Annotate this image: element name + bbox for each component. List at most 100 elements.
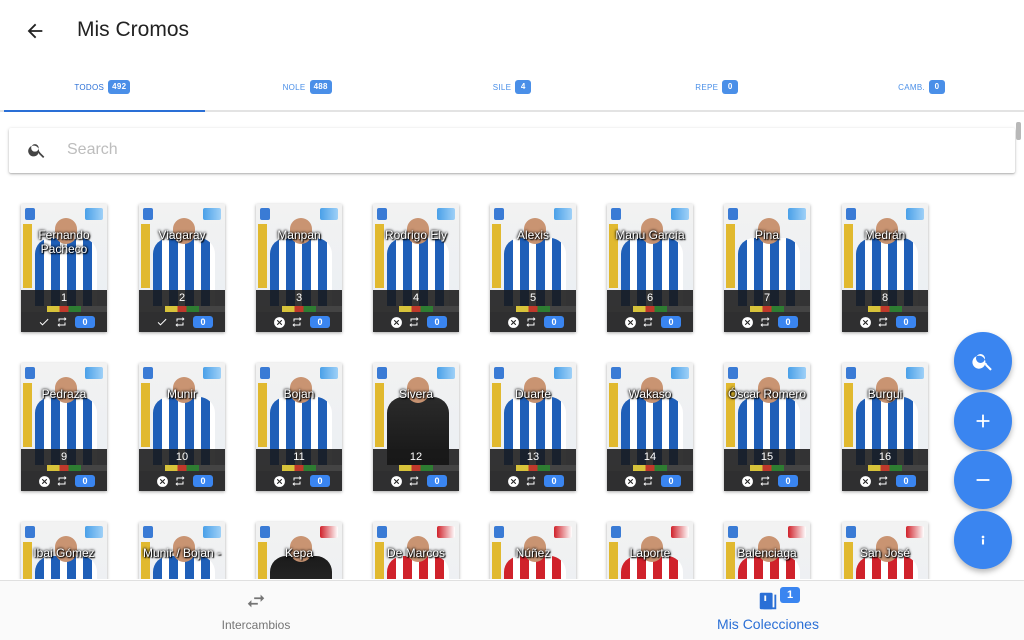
repeat-icon[interactable] xyxy=(55,474,69,488)
sticker-card[interactable]: Núñez210 xyxy=(490,522,576,579)
sticker-card[interactable]: Manu García 6 0 xyxy=(607,204,693,332)
sticker-card[interactable]: De Marcos200 xyxy=(373,522,459,579)
sticker-card[interactable]: Pedraza 9 0 xyxy=(21,363,107,491)
sticker-quantity-badge[interactable]: 0 xyxy=(75,316,95,328)
close-circle-icon[interactable] xyxy=(155,474,169,488)
tab-repe[interactable]: REPE 0 xyxy=(614,64,819,110)
sticker-quantity-badge[interactable]: 0 xyxy=(544,475,564,487)
sticker-quantity-badge[interactable]: 0 xyxy=(896,316,916,328)
sticker-actions: 0 xyxy=(21,471,107,491)
sticker-card[interactable]: Rodrigo Ely 4 0 xyxy=(373,204,459,332)
close-circle-icon[interactable] xyxy=(740,474,754,488)
sticker-card[interactable]: Munir / Bojan -180 xyxy=(139,522,225,579)
search-input[interactable] xyxy=(67,136,967,164)
repeat-icon[interactable] xyxy=(290,474,304,488)
close-circle-icon[interactable] xyxy=(272,315,286,329)
repeat-icon[interactable] xyxy=(758,474,772,488)
repeat-icon[interactable] xyxy=(641,315,655,329)
sticker-quantity-badge[interactable]: 0 xyxy=(778,316,798,328)
sticker-quantity-badge[interactable]: 0 xyxy=(193,316,213,328)
sticker-actions: 0 xyxy=(256,471,342,491)
tab-sile[interactable]: SILE 4 xyxy=(410,64,615,110)
repeat-icon[interactable] xyxy=(55,315,69,329)
sticker-card[interactable]: Duarte 13 0 xyxy=(490,363,576,491)
repeat-icon[interactable] xyxy=(876,474,890,488)
close-circle-icon[interactable] xyxy=(37,474,51,488)
sticker-card[interactable]: Alexis 5 0 xyxy=(490,204,576,332)
sticker-card[interactable]: Medrán 8 0 xyxy=(842,204,928,332)
sticker-number: 1 xyxy=(21,290,107,306)
sticker-name: Ibai Gómez xyxy=(33,546,95,560)
sticker-card[interactable]: San José240 xyxy=(842,522,928,579)
check-icon[interactable] xyxy=(37,315,51,329)
nav-mis-colecciones[interactable]: Mis Colecciones xyxy=(512,581,1024,640)
sticker-card[interactable]: Bojan 11 0 xyxy=(256,363,342,491)
sticker-quantity-badge[interactable]: 0 xyxy=(778,475,798,487)
tab-nole[interactable]: NOLE 488 xyxy=(205,64,410,110)
repeat-icon[interactable] xyxy=(524,315,538,329)
sticker-quantity-badge[interactable]: 0 xyxy=(75,475,95,487)
sticker-quantity-badge[interactable]: 0 xyxy=(193,475,213,487)
sticker-actions: 0 xyxy=(490,312,576,332)
page-title: Mis Cromos xyxy=(77,18,190,41)
sticker-card[interactable]: Óscar Romero 15 0 xyxy=(724,363,810,491)
close-circle-icon[interactable] xyxy=(506,315,520,329)
scrollbar-thumb[interactable] xyxy=(1016,122,1021,140)
fab-info-button[interactable] xyxy=(954,511,1012,569)
sticker-quantity-badge[interactable]: 0 xyxy=(427,475,447,487)
close-circle-icon[interactable] xyxy=(858,474,872,488)
close-circle-icon[interactable] xyxy=(389,315,403,329)
sticker-card[interactable]: Sivera 12 0 xyxy=(373,363,459,491)
sticker-card[interactable]: Pina 7 0 xyxy=(724,204,810,332)
sticker-card[interactable]: Manpan 3 0 xyxy=(256,204,342,332)
fab-add-button[interactable] xyxy=(954,392,1012,450)
sticker-card[interactable]: Laporte220 xyxy=(607,522,693,579)
repeat-icon[interactable] xyxy=(407,315,421,329)
sticker-quantity-badge[interactable]: 0 xyxy=(661,475,681,487)
sticker-card[interactable]: Viagaray 2 0 xyxy=(139,204,225,332)
fab-remove-button[interactable] xyxy=(954,451,1012,509)
tab-camb[interactable]: CAMB. 0 xyxy=(819,64,1024,110)
repeat-icon[interactable] xyxy=(641,474,655,488)
sticker-name: Wakaso xyxy=(628,387,672,401)
close-circle-icon[interactable] xyxy=(623,474,637,488)
sticker-card[interactable]: Burgui 16 0 xyxy=(842,363,928,491)
close-circle-icon[interactable] xyxy=(623,315,637,329)
sticker-actions: 0 xyxy=(139,312,225,332)
sticker-number: 11 xyxy=(256,449,342,465)
repeat-icon[interactable] xyxy=(290,315,304,329)
sticker-quantity-badge[interactable]: 0 xyxy=(661,316,681,328)
sticker-quantity-badge[interactable]: 0 xyxy=(310,475,330,487)
close-circle-icon[interactable] xyxy=(272,474,286,488)
tab-todos[interactable]: TODOS 492 xyxy=(0,64,205,112)
sticker-card[interactable]: Ibai Gómez170 xyxy=(21,522,107,579)
repeat-icon[interactable] xyxy=(173,315,187,329)
fab-search-button[interactable] xyxy=(954,332,1012,390)
sticker-quantity-badge[interactable]: 0 xyxy=(544,316,564,328)
repeat-icon[interactable] xyxy=(876,315,890,329)
sticker-card[interactable]: Balenciaga230 xyxy=(724,522,810,579)
sticker-card[interactable]: Kepa190 xyxy=(256,522,342,579)
close-circle-icon[interactable] xyxy=(858,315,872,329)
close-circle-icon[interactable] xyxy=(506,474,520,488)
check-icon[interactable] xyxy=(155,315,169,329)
sticker-name: Sivera xyxy=(398,387,433,401)
sticker-name: Burgui xyxy=(867,387,903,401)
close-circle-icon[interactable] xyxy=(740,315,754,329)
sticker-number: 2 xyxy=(139,290,225,306)
sticker-card[interactable]: Munir 10 0 xyxy=(139,363,225,491)
repeat-icon[interactable] xyxy=(407,474,421,488)
sticker-name: Manu García xyxy=(615,228,685,242)
nav-intercambios[interactable]: Intercambios xyxy=(0,581,512,640)
sticker-card[interactable]: Fernando Pacheco 1 0 xyxy=(21,204,107,332)
repeat-icon[interactable] xyxy=(524,474,538,488)
sticker-quantity-badge[interactable]: 0 xyxy=(427,316,447,328)
sticker-quantity-badge[interactable]: 0 xyxy=(896,475,916,487)
sticker-quantity-badge[interactable]: 0 xyxy=(310,316,330,328)
sticker-card[interactable]: Wakaso 14 0 xyxy=(607,363,693,491)
close-circle-icon[interactable] xyxy=(389,474,403,488)
repeat-icon[interactable] xyxy=(173,474,187,488)
back-button[interactable] xyxy=(20,16,50,46)
tab-count-badge: 0 xyxy=(722,80,739,94)
repeat-icon[interactable] xyxy=(758,315,772,329)
